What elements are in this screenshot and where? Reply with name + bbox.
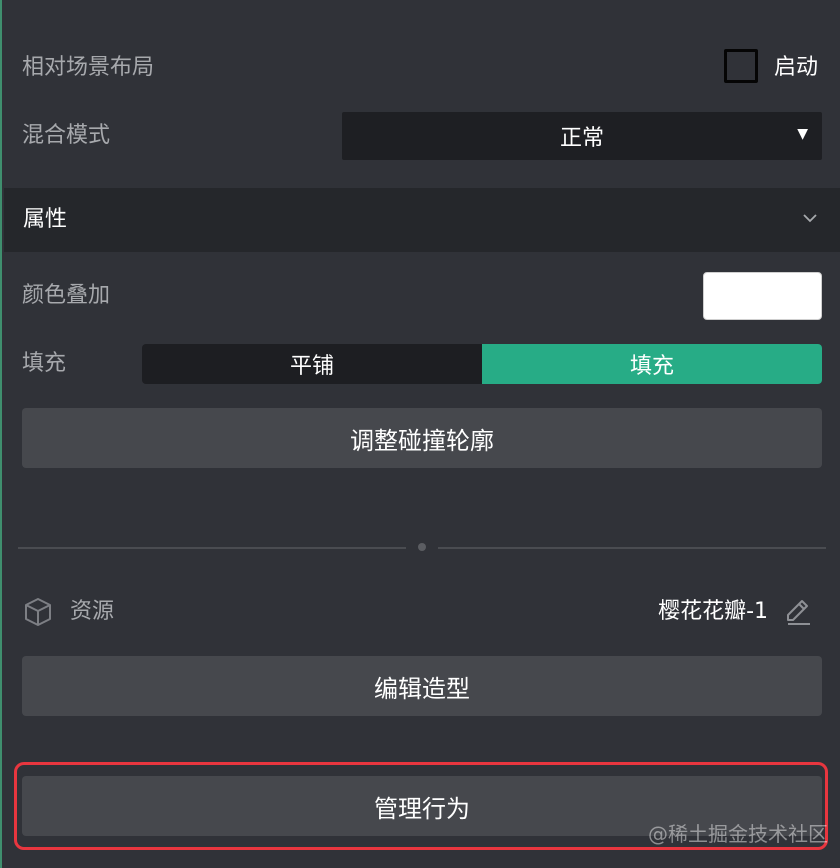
blend-mode-value: 正常 (559, 126, 604, 151)
cube-icon (25, 598, 51, 626)
adjust-collision-button[interactable]: 调整碰撞轮廓 (22, 408, 822, 468)
color-overlay-swatch[interactable] (703, 272, 822, 320)
watermark: @稀土掘金技术社区 (648, 822, 828, 846)
color-overlay-label: 颜色叠加 (22, 283, 111, 308)
edit-icon[interactable] (782, 596, 814, 628)
divider-dot (418, 543, 426, 551)
divider-right (438, 547, 826, 549)
fill-option-tile[interactable]: 平铺 (142, 344, 482, 384)
blend-mode-select[interactable]: 正常 ▼ (342, 112, 822, 160)
relative-layout-checkbox[interactable] (724, 49, 758, 83)
divider-left (18, 547, 406, 549)
resource-label: 资源 (70, 599, 115, 624)
blend-mode-label: 混合模式 (22, 123, 111, 148)
relative-layout-label: 相对场景布局 (22, 55, 155, 80)
chevron-down-icon (803, 214, 817, 223)
fill-label: 填充 (22, 351, 67, 376)
resource-name: 樱花花瓣-1 (658, 599, 768, 624)
section-title: 属性 (23, 207, 68, 232)
fill-segmented-control: 平铺 填充 (142, 344, 822, 384)
properties-panel: 相对场景布局 启动 混合模式 正常 ▼ 属性 颜色叠加 填充 平铺 填充 调整碰… (0, 0, 840, 868)
properties-section-header[interactable]: 属性 (4, 188, 840, 252)
fill-option-fill[interactable]: 填充 (482, 344, 822, 384)
edit-model-button[interactable]: 编辑造型 (22, 656, 822, 716)
relative-layout-checkbox-label[interactable]: 启动 (774, 53, 818, 83)
caret-down-icon: ▼ (797, 126, 808, 142)
